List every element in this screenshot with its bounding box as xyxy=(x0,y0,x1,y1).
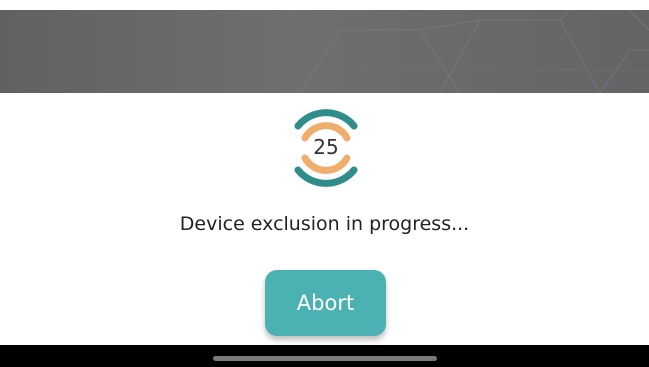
status-strip xyxy=(0,0,649,10)
system-navigation-bar xyxy=(0,345,649,367)
progress-spinner: 25 xyxy=(289,104,363,190)
hexagon-pattern-decoration xyxy=(299,10,649,93)
home-indicator[interactable] xyxy=(213,356,437,361)
countdown-value: 25 xyxy=(313,135,339,159)
header-banner xyxy=(0,10,649,93)
exclusion-screen: 25 Device exclusion in progress... Abort xyxy=(0,0,649,367)
status-message: Device exclusion in progress... xyxy=(179,213,470,235)
abort-button[interactable]: Abort xyxy=(265,270,386,336)
